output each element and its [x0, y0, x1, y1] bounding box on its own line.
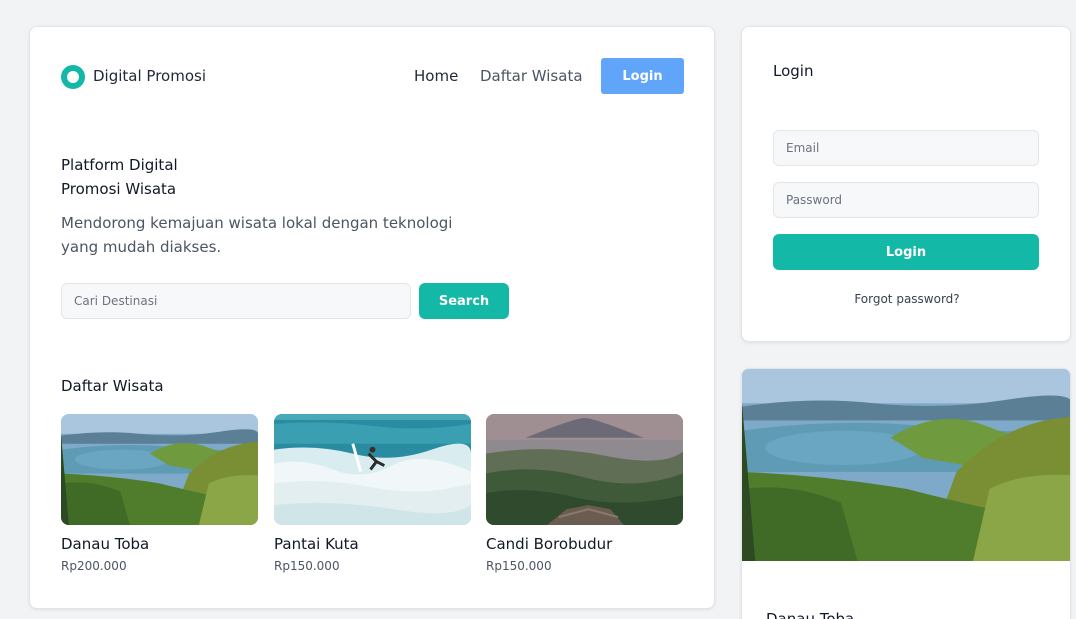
destination-search-input[interactable] — [61, 283, 411, 319]
destination-price: Rp150.000 — [486, 559, 552, 573]
destination-price: Rp150.000 — [274, 559, 340, 573]
login-submit-button[interactable]: Login — [773, 234, 1039, 270]
destination-list: Danau Toba Rp200.000 Pantai Kuta Rp150.0… — [61, 414, 684, 584]
hero-title-line-2: Promosi Wisata — [61, 180, 177, 198]
featured-destination-image — [742, 369, 1070, 561]
destination-card-danau-toba[interactable]: Danau Toba Rp200.000 — [61, 414, 258, 573]
destination-name: Candi Borobudur — [486, 535, 613, 553]
nav-daftar-wisata-link[interactable]: Daftar Wisata — [480, 67, 583, 85]
password-field[interactable] — [773, 182, 1039, 218]
brand-name: Digital Promosi — [93, 67, 206, 85]
destination-card-pantai-kuta[interactable]: Pantai Kuta Rp150.000 — [274, 414, 471, 573]
destination-name: Pantai Kuta — [274, 535, 359, 553]
nav-login-button[interactable]: Login — [601, 58, 684, 94]
forgot-password-link[interactable]: Forgot password? — [742, 292, 1070, 306]
login-title: Login — [773, 62, 814, 80]
destination-price: Rp200.000 — [61, 559, 127, 573]
email-field[interactable] — [773, 130, 1039, 166]
login-card: Login Login Forgot password? — [741, 26, 1071, 342]
hero-title: Platform Digital Promosi Wisata — [61, 153, 178, 201]
destination-image — [486, 414, 683, 525]
navbar: Digital Promosi Home Daftar Wisata Login — [61, 58, 684, 96]
destinations-section-title: Daftar Wisata — [61, 377, 164, 395]
destination-card-candi-borobudur[interactable]: Candi Borobudur Rp150.000 — [486, 414, 683, 573]
main-card: Digital Promosi Home Daftar Wisata Login… — [29, 26, 715, 609]
destination-image — [61, 414, 258, 525]
destination-name: Danau Toba — [61, 535, 150, 553]
logo-icon — [61, 65, 85, 89]
hero-subtitle: Mendorong kemajuan wisata lokal dengan t… — [61, 214, 453, 256]
destination-image — [274, 414, 471, 525]
featured-destination-name: Danau Toba — [766, 610, 855, 619]
hero-title-line-1: Platform Digital — [61, 156, 178, 174]
featured-destination-card[interactable]: Danau Toba — [741, 368, 1071, 619]
search-button[interactable]: Search — [419, 283, 509, 319]
nav-home-link[interactable]: Home — [414, 67, 458, 85]
